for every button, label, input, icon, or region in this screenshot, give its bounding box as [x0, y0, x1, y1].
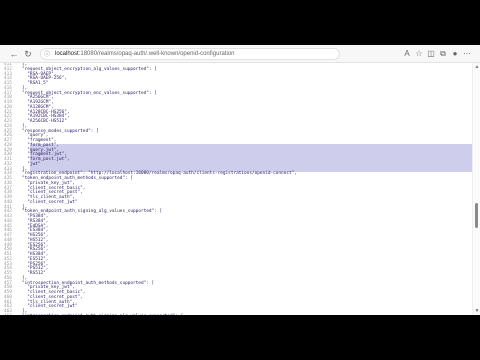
code-lines-container: 411], 412 "request_object_encryption_alg_v… [0, 63, 472, 315]
profile-icon[interactable]: ● [450, 48, 460, 60]
browser-window: ← ↻ ⓘ localhost:18080/realms/opaq-auth/.… [0, 45, 480, 315]
more-icon[interactable]: ⋯ [462, 48, 472, 60]
scroll-up-icon[interactable]: ▲ [474, 64, 480, 70]
video-letterbox-bottom [0, 315, 480, 360]
scroll-down-icon[interactable]: ▼ [474, 308, 480, 314]
vertical-scrollbar[interactable]: ▲ ▼ [472, 63, 480, 315]
refresh-icon[interactable]: ↻ [22, 48, 34, 60]
info-icon[interactable]: ⓘ [44, 50, 50, 59]
url-host: localhost [55, 51, 79, 57]
back-arrow-icon[interactable]: ← [8, 48, 20, 60]
toolbar-actions: A ☆ ◫ ⧉ ● ⋯ [402, 48, 472, 60]
collections-icon[interactable]: ⧉ [438, 48, 448, 60]
json-content: 411], 412 "request_object_encryption_alg_v… [0, 63, 472, 315]
line-text: "client_secret_jwt" [22, 304, 78, 310]
address-bar: ← ↻ ⓘ localhost:18080/realms/opaq-auth/.… [0, 45, 480, 63]
video-letterbox-top [0, 0, 480, 45]
url-input[interactable]: ⓘ localhost:18080/realms/opaq-auth/.well… [40, 48, 340, 60]
split-screen-icon[interactable]: ◫ [426, 48, 436, 60]
url-path: :18080/realms/opaq-auth/.well-known/open… [78, 51, 235, 57]
line-text: "A256CBC-HS512" [22, 119, 67, 124]
read-aloud-icon[interactable]: A [402, 48, 412, 60]
scroll-thumb[interactable] [475, 203, 478, 228]
line-text: "client_secret_jwt" [22, 199, 78, 205]
favorite-icon[interactable]: ☆ [414, 48, 424, 60]
